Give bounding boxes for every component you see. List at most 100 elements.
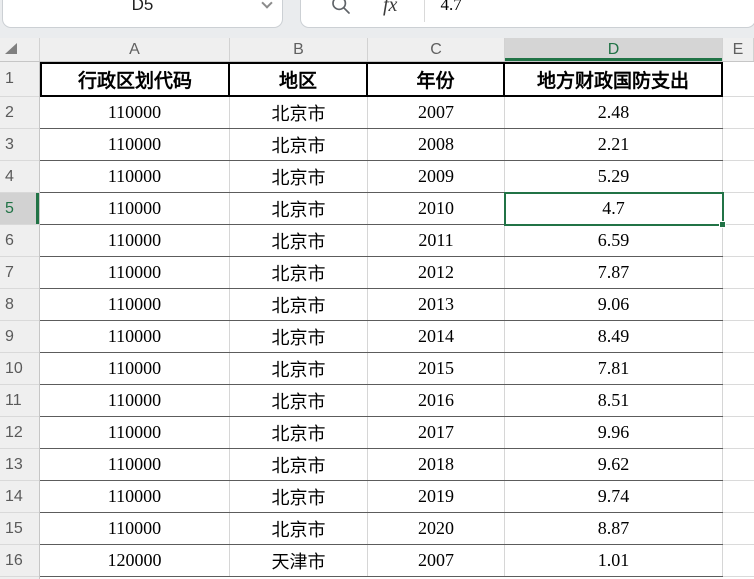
cell-E11[interactable]: [723, 385, 754, 417]
row-header-8[interactable]: 8: [0, 289, 39, 321]
cell-D2[interactable]: 2.48: [505, 97, 723, 128]
cell-E12[interactable]: [723, 417, 754, 449]
formula-bar-value[interactable]: 4.7: [440, 0, 461, 15]
cell-C4[interactable]: 2009: [368, 161, 505, 192]
cell-E6[interactable]: [723, 225, 754, 257]
cell-D5[interactable]: 4.7: [505, 193, 723, 224]
select-all-corner[interactable]: [0, 38, 40, 61]
cell-A10[interactable]: 110000: [40, 353, 230, 384]
cell-E7[interactable]: [723, 257, 754, 289]
cell-B9[interactable]: 北京市: [230, 321, 368, 352]
column-header-C[interactable]: C: [368, 38, 505, 61]
cell-D11[interactable]: 8.51: [505, 385, 723, 416]
cell-D3[interactable]: 2.21: [505, 129, 723, 160]
cell-C16[interactable]: 2007: [368, 545, 505, 576]
cell-D15[interactable]: 8.87: [505, 513, 723, 544]
cell-B12[interactable]: 北京市: [230, 417, 368, 448]
header-cell-D1[interactable]: 地方财政国防支出: [505, 64, 723, 95]
column-header-D[interactable]: D: [505, 38, 723, 61]
cell-E2[interactable]: [723, 97, 754, 129]
cell-A15[interactable]: 110000: [40, 513, 230, 544]
cell-C8[interactable]: 2013: [368, 289, 505, 320]
row-header-13[interactable]: 13: [0, 449, 39, 481]
cell-A7[interactable]: 110000: [40, 257, 230, 288]
column-header-E[interactable]: E: [723, 38, 754, 61]
cell-A5[interactable]: 110000: [40, 193, 230, 224]
chevron-down-icon[interactable]: [261, 0, 273, 9]
cell-C2[interactable]: 2007: [368, 97, 505, 128]
cell-B3[interactable]: 北京市: [230, 129, 368, 160]
cell-E9[interactable]: [723, 321, 754, 353]
cell-E13[interactable]: [723, 449, 754, 481]
cell-B14[interactable]: 北京市: [230, 481, 368, 512]
cell-A3[interactable]: 110000: [40, 129, 230, 160]
cell-C15[interactable]: 2020: [368, 513, 505, 544]
cell-D7[interactable]: 7.87: [505, 257, 723, 288]
row-header-15[interactable]: 15: [0, 513, 39, 545]
search-icon[interactable]: [331, 0, 351, 15]
cell-A6[interactable]: 110000: [40, 225, 230, 256]
cell-B10[interactable]: 北京市: [230, 353, 368, 384]
cell-B5[interactable]: 北京市: [230, 193, 368, 224]
cell-C6[interactable]: 2011: [368, 225, 505, 256]
row-header-10[interactable]: 10: [0, 353, 39, 385]
cell-A8[interactable]: 110000: [40, 289, 230, 320]
cell-B6[interactable]: 北京市: [230, 225, 368, 256]
header-cell-B1[interactable]: 地区: [230, 64, 368, 95]
row-header-11[interactable]: 11: [0, 385, 39, 417]
cell-E5[interactable]: [723, 193, 754, 225]
cell-D13[interactable]: 9.62: [505, 449, 723, 480]
header-cell-A1[interactable]: 行政区划代码: [40, 64, 230, 95]
cell-E14[interactable]: [723, 481, 754, 513]
cell-D4[interactable]: 5.29: [505, 161, 723, 192]
row-header-5[interactable]: 5: [0, 193, 39, 225]
header-cell-C1[interactable]: 年份: [368, 64, 505, 95]
cell-A14[interactable]: 110000: [40, 481, 230, 512]
cell-D8[interactable]: 9.06: [505, 289, 723, 320]
formula-bar[interactable]: fx 4.7: [300, 0, 754, 28]
cell-B2[interactable]: 北京市: [230, 97, 368, 128]
row-header-2[interactable]: 2: [0, 97, 39, 129]
row-header-1[interactable]: 1: [0, 62, 39, 97]
row-header-12[interactable]: 12: [0, 417, 39, 449]
cell-E15[interactable]: [723, 513, 754, 545]
column-header-A[interactable]: A: [40, 38, 230, 61]
cell-A11[interactable]: 110000: [40, 385, 230, 416]
cell-A9[interactable]: 110000: [40, 321, 230, 352]
cell-A2[interactable]: 110000: [40, 97, 230, 128]
cell-E3[interactable]: [723, 129, 754, 161]
cell-C9[interactable]: 2014: [368, 321, 505, 352]
cell-B13[interactable]: 北京市: [230, 449, 368, 480]
cell-C12[interactable]: 2017: [368, 417, 505, 448]
cell-C5[interactable]: 2010: [368, 193, 505, 224]
cell-A16[interactable]: 120000: [40, 545, 230, 576]
cell-C14[interactable]: 2019: [368, 481, 505, 512]
row-header-3[interactable]: 3: [0, 129, 39, 161]
cell-C11[interactable]: 2016: [368, 385, 505, 416]
cell-D9[interactable]: 8.49: [505, 321, 723, 352]
cell-B4[interactable]: 北京市: [230, 161, 368, 192]
cell-C10[interactable]: 2015: [368, 353, 505, 384]
cell-E8[interactable]: [723, 289, 754, 321]
row-header-6[interactable]: 6: [0, 225, 39, 257]
cell-D14[interactable]: 9.74: [505, 481, 723, 512]
row-header-14[interactable]: 14: [0, 481, 39, 513]
cell-C7[interactable]: 2012: [368, 257, 505, 288]
cell-D16[interactable]: 1.01: [505, 545, 723, 576]
row-header-7[interactable]: 7: [0, 257, 39, 289]
cell-B8[interactable]: 北京市: [230, 289, 368, 320]
row-header-4[interactable]: 4: [0, 161, 39, 193]
fx-icon[interactable]: fx: [383, 0, 397, 17]
cell-E10[interactable]: [723, 353, 754, 385]
column-header-B[interactable]: B: [230, 38, 368, 61]
cell-A13[interactable]: 110000: [40, 449, 230, 480]
name-box[interactable]: D5: [2, 0, 283, 28]
cell-C3[interactable]: 2008: [368, 129, 505, 160]
cell-A12[interactable]: 110000: [40, 417, 230, 448]
cell-D10[interactable]: 7.81: [505, 353, 723, 384]
row-header-16[interactable]: 16: [0, 545, 39, 577]
cell-E4[interactable]: [723, 161, 754, 193]
cell-C13[interactable]: 2018: [368, 449, 505, 480]
cell-D12[interactable]: 9.96: [505, 417, 723, 448]
cell-B7[interactable]: 北京市: [230, 257, 368, 288]
